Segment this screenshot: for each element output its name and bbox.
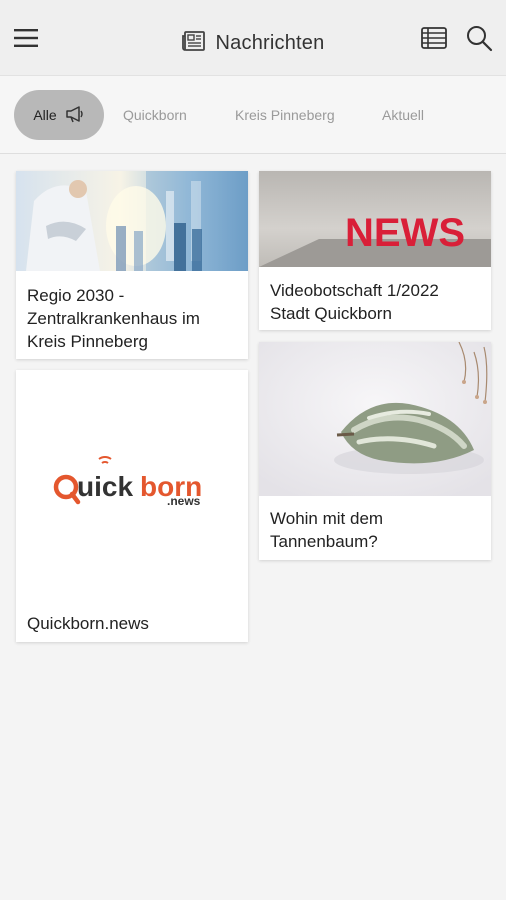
page-title: Nachrichten <box>215 32 325 54</box>
news-sign-photo: NEWS <box>259 171 491 267</box>
newspaper-icon <box>181 30 206 57</box>
article-title: Wohin mit dem Tannenbaum? <box>270 509 384 551</box>
quickborn-news-logo: uick born .news <box>16 370 248 605</box>
article-card-quickborn-news[interactable]: uick born .news Quickborn.news <box>16 370 248 642</box>
filter-chip-aktuell[interactable]: Aktuell <box>382 90 424 140</box>
search-icon[interactable] <box>463 22 495 54</box>
filter-chip-kreis-pinneberg[interactable]: Kreis Pinneberg <box>235 90 335 140</box>
svg-text:NEWS: NEWS <box>345 211 465 255</box>
article-card-tannenbaum[interactable]: Wohin mit dem Tannenbaum? <box>259 342 491 560</box>
svg-text:.news: .news <box>167 494 201 508</box>
fir-tree-in-snow-photo <box>259 342 491 496</box>
list-view-icon[interactable] <box>418 22 450 54</box>
filter-chip-alle[interactable]: Alle <box>14 90 104 140</box>
article-title: Videobotschaft 1/2022 Stadt Quickborn <box>270 281 439 323</box>
hospital-doctors-photo <box>16 171 248 271</box>
category-filter-bar: Alle Quickborn Kreis Pinneberg Aktuell <box>0 76 506 154</box>
app-bar: Nachrichten <box>0 0 506 76</box>
article-card-videobotschaft[interactable]: NEWS Videobotschaft 1/2022 Stadt Quickbo… <box>259 171 491 330</box>
svg-text:uick: uick <box>77 471 133 502</box>
article-card-regio-2030[interactable]: Regio 2030 - Zentralkrankenhaus im Kreis… <box>16 171 248 359</box>
article-title: Regio 2030 - Zentralkrankenhaus im Kreis… <box>27 286 200 351</box>
filter-chip-label: Alle <box>33 107 57 123</box>
megaphone-icon <box>65 105 85 126</box>
article-title: Quickborn.news <box>27 614 149 633</box>
filter-chip-quickborn[interactable]: Quickborn <box>123 90 187 140</box>
